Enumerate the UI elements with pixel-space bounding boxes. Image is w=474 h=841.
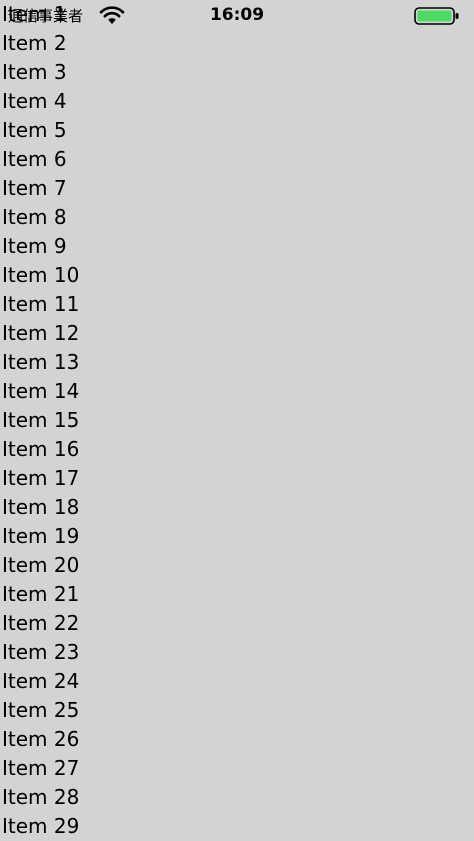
list-item[interactable]: Item 28 xyxy=(0,783,474,812)
list-item[interactable]: Item 3 xyxy=(0,58,474,87)
list-item[interactable]: Item 19 xyxy=(0,522,474,551)
list-item[interactable]: Item 12 xyxy=(0,319,474,348)
clock-time: 16:09 xyxy=(209,5,265,25)
list-item[interactable]: Item 15 xyxy=(0,406,474,435)
list-item[interactable]: Item 10 xyxy=(0,261,474,290)
list-item[interactable]: Item 9 xyxy=(0,232,474,261)
list-item[interactable]: Item 27 xyxy=(0,754,474,783)
status-bar: 通信事業者 16:09 xyxy=(0,0,474,31)
list-item[interactable]: Item 8 xyxy=(0,203,474,232)
list-item[interactable]: Item 24 xyxy=(0,667,474,696)
item-list[interactable]: Item 1 Item 2 Item 3 Item 4 Item 5 Item 6 Item… xyxy=(0,0,474,841)
list-item[interactable]: Item 4 xyxy=(0,87,474,116)
list-item[interactable]: Item 16 xyxy=(0,435,474,464)
list-item[interactable]: Item 13 xyxy=(0,348,474,377)
list-item[interactable]: Item 29 xyxy=(0,812,474,841)
list-item[interactable]: Item 26 xyxy=(0,725,474,754)
list-item[interactable]: Item 5 xyxy=(0,116,474,145)
list-item[interactable]: Item 7 xyxy=(0,174,474,203)
list-item[interactable]: Item 17 xyxy=(0,464,474,493)
list-item[interactable]: Item 22 xyxy=(0,609,474,638)
list-item[interactable]: Item 23 xyxy=(0,638,474,667)
list-item[interactable]: Item 25 xyxy=(0,696,474,725)
list-item[interactable]: Item 6 xyxy=(0,145,474,174)
list-item[interactable]: Item 2 xyxy=(0,29,474,58)
battery-icon xyxy=(414,6,460,26)
list-item[interactable]: Item 21 xyxy=(0,580,474,609)
list-item[interactable]: Item 14 xyxy=(0,377,474,406)
list-item[interactable]: Item 20 xyxy=(0,551,474,580)
list-item[interactable]: Item 11 xyxy=(0,290,474,319)
list-item[interactable]: Item 18 xyxy=(0,493,474,522)
